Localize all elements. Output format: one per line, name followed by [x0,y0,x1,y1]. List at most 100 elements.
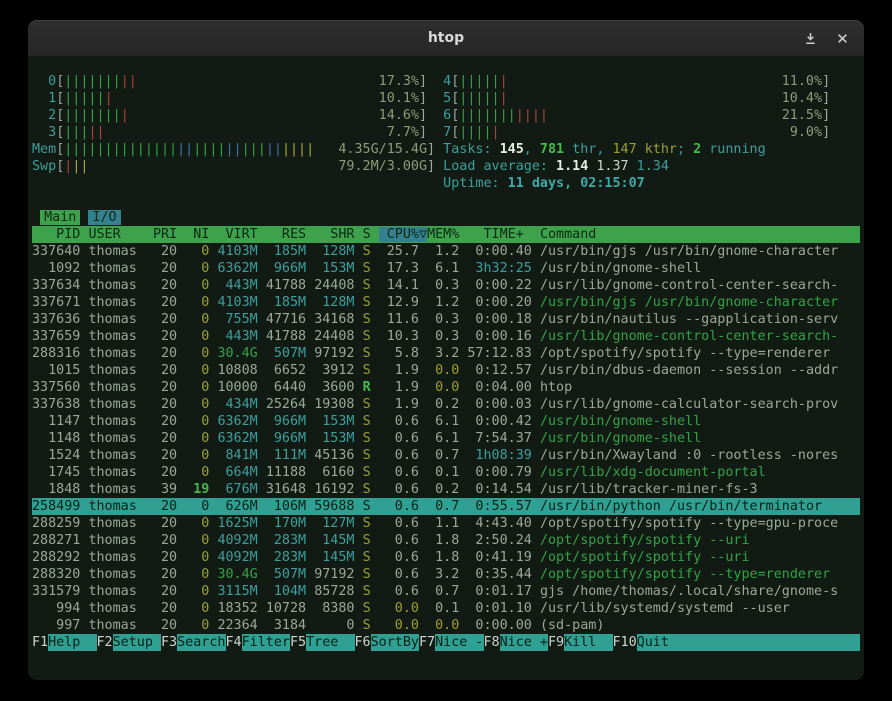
process-row-331579[interactable]: 331579 thomas 20 0 3115M 104M 85728 S 0.… [32,583,860,600]
cell-pid: 337636 [32,312,80,327]
process-row-288316[interactable]: 288316 thomas 20 0 30.4G 507M 97192 S 5.… [32,345,860,362]
cpu-meter-row: 3[|||||7.7%] 7[|||||9.0%] [32,124,860,141]
cell-time: 0:00.16 [467,329,532,344]
tab-main[interactable]: Main [40,210,80,225]
cell-res: 31648 [266,482,306,497]
cell-cpu: 0.6 [379,482,419,497]
cell-pid: 1015 [32,363,80,378]
close-button[interactable] [837,33,848,44]
cell-mem: 0.3 [427,312,459,327]
column-pri[interactable]: PRI [153,227,177,242]
column-time[interactable]: TIME+ [467,227,532,242]
process-row-337560[interactable]: 337560 thomas 20 0 10000 6440 3600 R 1.9… [32,379,860,396]
cell-pri: 20 [153,618,177,633]
cell-command: /usr/lib/gnome-calculator-search-prov [540,397,838,412]
process-row-258499[interactable]: 258499 thomas 20 0 626M 106M 59688 S 0.6… [32,498,860,515]
cell-res: 283M [266,550,306,565]
cell-res: 25264 [266,397,306,412]
cell-res: 507M [266,346,306,361]
cell-ni: 0 [185,584,209,599]
cell-cpu: 0.6 [379,550,419,565]
cpu-meter-2-label: 2 [32,108,56,123]
cell-state: S [363,414,371,429]
process-row-1848[interactable]: 1848 thomas 39 19 676M 31648 16192 S 0.6… [32,481,860,498]
cell-ni: 0 [185,244,209,259]
cell-command: /usr/bin/Xwayland :0 -rootless -nores [540,448,838,463]
mem-meter-label: Mem [32,142,56,157]
cell-cpu: 1.9 [379,363,419,378]
column-cpu[interactable]: CPU% [379,227,419,242]
process-row-288320[interactable]: 288320 thomas 20 0 30.4G 507M 97192 S 0.… [32,566,860,583]
cell-time: 0:12.57 [467,363,532,378]
column-s[interactable]: S [363,227,371,242]
cell-pid: 1848 [32,482,80,497]
column-pid[interactable]: PID [32,227,80,242]
fn-key-label: F8 [484,634,500,651]
cell-mem: 3.2 [427,567,459,582]
cell-state: S [363,329,371,344]
column-shr[interactable]: SHR [314,227,354,242]
cell-cpu: 5.8 [379,346,419,361]
cell-time: 4:43.40 [467,516,532,531]
cell-shr: 59688 [314,499,354,514]
column-sort-arrow[interactable]: ▽ [419,227,427,242]
process-row-337671[interactable]: 337671 thomas 20 0 4103M 185M 128M S 12.… [32,294,860,311]
process-row-997[interactable]: 997 thomas 20 0 22364 3184 0 S 0.0 0.0 0… [32,617,860,634]
cell-cpu: 1.9 [379,380,419,395]
process-row-1148[interactable]: 1148 thomas 20 0 6362M 966M 153M S 0.6 6… [32,430,860,447]
cell-shr: 153M [314,261,354,276]
cell-ni: 19 [185,482,209,497]
cpu-meter-2-value: 14.6% [379,107,419,124]
process-row-288259[interactable]: 288259 thomas 20 0 1625M 170M 127M S 0.6… [32,515,860,532]
column-res[interactable]: RES [266,227,306,242]
fn-key-label: F9 [548,634,564,651]
cell-state: S [363,567,371,582]
cell-ni: 0 [185,278,209,293]
blank-line [32,192,860,209]
cell-state: S [363,261,371,276]
column-user[interactable]: USER [88,227,153,242]
process-row-337636[interactable]: 337636 thomas 20 0 755M 47716 34168 S 11… [32,311,860,328]
process-row-337640[interactable]: 337640 thomas 20 0 4103M 185M 128M S 25.… [32,243,860,260]
cell-pid: 258499 [32,499,80,514]
mem-meter-bar: |||||||||||||||||||||||||||||||4.35G/15.… [64,141,427,158]
column-mem[interactable]: MEM% [427,227,459,242]
cpu-meter-1-value: 10.1% [379,90,419,107]
process-row-1015[interactable]: 1015 thomas 20 0 10808 6652 3912 S 1.9 0… [32,362,860,379]
tab-io[interactable]: I/O [88,210,120,225]
column-virt[interactable]: VIRT [217,227,257,242]
cell-user: thomas [88,397,153,412]
cell-command: /opt/spotify/spotify --uri [540,533,750,548]
cpu-meter-7-value: 9.0% [790,124,822,141]
titlebar[interactable]: htop [28,20,864,56]
fn-key-label: F7 [419,634,435,651]
column-ni[interactable]: NI [185,227,209,242]
process-row-1147[interactable]: 1147 thomas 20 0 6362M 966M 153M S 0.6 6… [32,413,860,430]
column-command[interactable]: Command [540,227,596,242]
cell-shr: 16192 [314,482,354,497]
cell-pri: 20 [153,397,177,412]
cell-time: 1h08:39 [467,448,532,463]
cell-time: 0:01.17 [467,584,532,599]
cell-shr: 8380 [314,601,354,616]
process-row-1092[interactable]: 1092 thomas 20 0 6362M 966M 153M S 17.3 … [32,260,860,277]
cell-virt: 6362M [217,431,257,446]
cell-state: S [363,516,371,531]
download-button[interactable] [804,32,817,45]
process-row-1524[interactable]: 1524 thomas 20 0 841M 111M 45136 S 0.6 0… [32,447,860,464]
cpu-meter-5-value: 10.4% [782,90,822,107]
process-row-288271[interactable]: 288271 thomas 20 0 4092M 283M 145M S 0.6… [32,532,860,549]
cell-time: 3h32:25 [467,261,532,276]
cell-pid: 337659 [32,329,80,344]
process-row-1745[interactable]: 1745 thomas 20 0 664M 11188 6160 S 0.6 0… [32,464,860,481]
process-row-337634[interactable]: 337634 thomas 20 0 443M 41788 24408 S 14… [32,277,860,294]
cell-cpu: 0.0 [379,601,419,616]
cell-shr: 24408 [314,278,354,293]
cell-pid: 337640 [32,244,80,259]
cell-ni: 0 [185,329,209,344]
process-row-337659[interactable]: 337659 thomas 20 0 443M 41788 24408 S 10… [32,328,860,345]
process-row-337638[interactable]: 337638 thomas 20 0 434M 25264 19308 S 1.… [32,396,860,413]
process-row-994[interactable]: 994 thomas 20 0 18352 10728 8380 S 0.0 0… [32,600,860,617]
process-row-288292[interactable]: 288292 thomas 20 0 4092M 283M 145M S 0.6… [32,549,860,566]
cell-virt: 443M [217,329,257,344]
